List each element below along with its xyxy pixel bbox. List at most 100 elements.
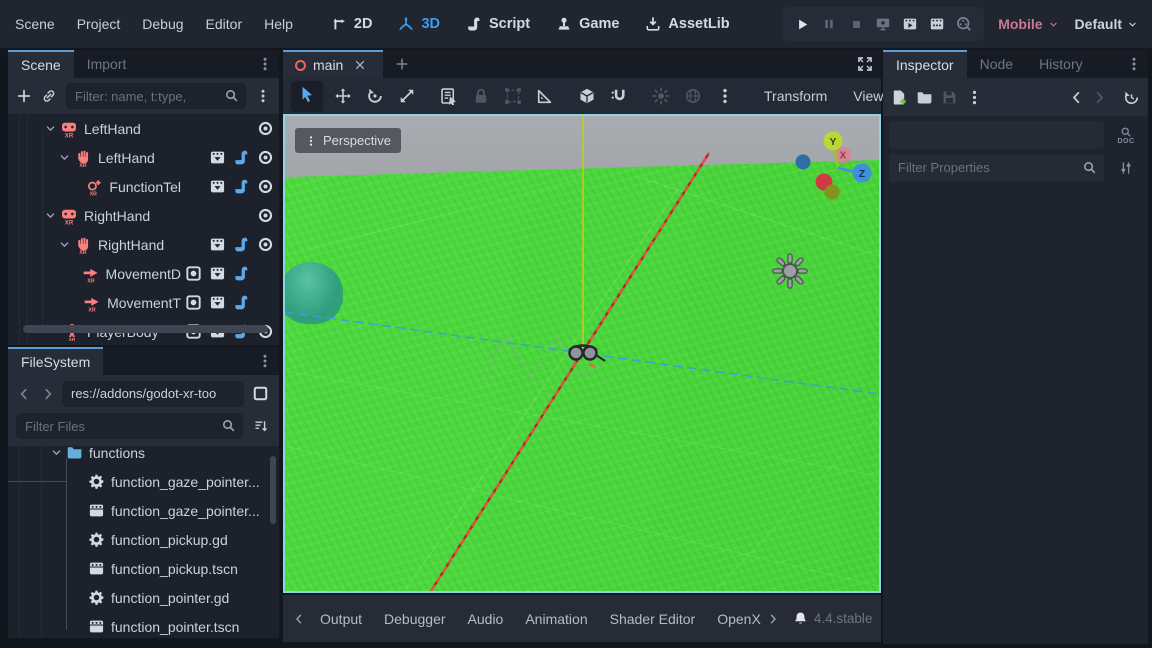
workspace-3d[interactable]: 3D bbox=[387, 16, 451, 32]
tab-inspector[interactable]: Inspector bbox=[883, 50, 967, 78]
tree-row[interactable]: FunctionTel bbox=[8, 172, 279, 201]
add-node-button[interactable] bbox=[16, 88, 32, 104]
lock-icon[interactable] bbox=[472, 87, 490, 105]
tab-scene[interactable]: Scene bbox=[8, 50, 74, 78]
file-row[interactable]: function_pickup.gd bbox=[8, 525, 279, 554]
tree-row[interactable]: MovementD bbox=[8, 259, 279, 288]
scroll-left-icon[interactable] bbox=[293, 613, 305, 625]
snap-magnet-icon[interactable] bbox=[610, 87, 628, 105]
panel-openxr[interactable]: OpenX bbox=[706, 611, 763, 627]
groups-icon[interactable] bbox=[209, 294, 226, 311]
script-icon[interactable] bbox=[233, 265, 250, 282]
chevron-down-icon[interactable] bbox=[58, 151, 71, 164]
renderer-profile-dropdown[interactable]: Default bbox=[1075, 16, 1138, 32]
scroll-right-icon[interactable] bbox=[767, 613, 779, 625]
file-row[interactable]: function_pointer.gd bbox=[8, 583, 279, 612]
play-scene-button[interactable] bbox=[901, 15, 919, 33]
groups-icon[interactable] bbox=[209, 236, 226, 253]
panel-output[interactable]: Output bbox=[309, 611, 373, 627]
groups-icon[interactable] bbox=[209, 265, 226, 282]
environment-icon[interactable] bbox=[684, 87, 702, 105]
visibility-icon[interactable] bbox=[257, 207, 274, 224]
visibility-icon[interactable] bbox=[257, 149, 274, 166]
file-row[interactable]: functions bbox=[8, 446, 279, 467]
view-axis-gizmo[interactable]: X Y Z bbox=[796, 132, 872, 200]
workspace-2d[interactable]: 2D bbox=[320, 16, 384, 32]
rotate-tool-icon[interactable] bbox=[366, 87, 384, 105]
remote-debug-icon[interactable] bbox=[874, 15, 892, 33]
visibility-icon[interactable] bbox=[257, 178, 274, 195]
notification-bell-icon[interactable] bbox=[793, 611, 808, 626]
movie-maker-icon[interactable] bbox=[955, 15, 973, 33]
chevron-down-icon[interactable] bbox=[58, 238, 71, 251]
move-tool-icon[interactable] bbox=[334, 87, 352, 105]
history-forward-icon[interactable] bbox=[1092, 90, 1107, 105]
dock-menu-icon[interactable] bbox=[257, 56, 273, 72]
edit-history-icon[interactable] bbox=[1123, 89, 1140, 106]
new-resource-icon[interactable] bbox=[891, 89, 908, 106]
split-mode-icon[interactable] bbox=[252, 385, 269, 402]
instance-scene-button[interactable] bbox=[41, 88, 57, 104]
horizontal-scrollbar[interactable] bbox=[23, 325, 268, 333]
file-row[interactable]: function_pickup.tscn bbox=[8, 554, 279, 583]
path-field[interactable] bbox=[62, 381, 244, 407]
file-row[interactable]: function_gaze_pointer... bbox=[8, 496, 279, 525]
version-label[interactable]: 4.4.stable bbox=[814, 611, 873, 626]
pause-button[interactable] bbox=[820, 15, 838, 33]
open-docs-button[interactable]: DOC bbox=[1110, 126, 1142, 145]
perspective-menu[interactable]: Perspective bbox=[295, 128, 401, 153]
play-button[interactable] bbox=[793, 15, 811, 33]
list-select-icon[interactable] bbox=[440, 87, 458, 105]
stop-button[interactable] bbox=[847, 15, 865, 33]
nav-back-icon[interactable] bbox=[17, 387, 31, 401]
group-selected-icon[interactable] bbox=[504, 87, 522, 105]
local-space-icon[interactable] bbox=[578, 87, 596, 105]
select-tool-button[interactable] bbox=[291, 81, 323, 112]
scene-tab-main[interactable]: main bbox=[283, 50, 383, 78]
menu-debug[interactable]: Debug bbox=[131, 16, 194, 32]
3d-viewport[interactable]: X Y Z Perspective bbox=[283, 114, 881, 593]
tree-row[interactable]: RightHand bbox=[8, 201, 279, 230]
workspace-game[interactable]: Game bbox=[545, 16, 630, 32]
tree-row[interactable]: LeftHand bbox=[8, 114, 279, 143]
menu-editor[interactable]: Editor bbox=[195, 16, 254, 32]
workspace-assetlib[interactable]: AssetLib bbox=[634, 16, 740, 32]
menu-project[interactable]: Project bbox=[66, 16, 132, 32]
directional-light-gizmo[interactable] bbox=[775, 256, 805, 286]
tree-row[interactable]: RightHand bbox=[8, 230, 279, 259]
panel-audio[interactable]: Audio bbox=[457, 611, 515, 627]
load-resource-icon[interactable] bbox=[916, 89, 933, 106]
instanced-scene-icon[interactable] bbox=[185, 294, 202, 311]
script-icon[interactable] bbox=[233, 294, 250, 311]
tree-row[interactable]: MovementT bbox=[8, 288, 279, 317]
chevron-down-icon[interactable] bbox=[50, 446, 63, 459]
sort-icon[interactable] bbox=[253, 418, 269, 434]
tab-node[interactable]: Node bbox=[967, 50, 1026, 78]
history-back-icon[interactable] bbox=[1069, 90, 1084, 105]
property-filter-input[interactable] bbox=[889, 154, 1104, 180]
nav-forward-icon[interactable] bbox=[41, 387, 55, 401]
script-icon[interactable] bbox=[233, 236, 250, 253]
expand-viewport-icon[interactable] bbox=[857, 56, 873, 72]
tab-import[interactable]: Import bbox=[74, 50, 140, 78]
visibility-icon[interactable] bbox=[257, 120, 274, 137]
script-icon[interactable] bbox=[233, 149, 250, 166]
new-scene-tab-button[interactable] bbox=[395, 57, 409, 71]
tab-history[interactable]: History bbox=[1026, 50, 1096, 78]
chevron-down-icon[interactable] bbox=[44, 122, 57, 135]
tree-row[interactable]: LeftHand bbox=[8, 143, 279, 172]
chevron-down-icon[interactable] bbox=[44, 209, 57, 222]
sun-icon[interactable] bbox=[652, 87, 670, 105]
tab-filesystem[interactable]: FileSystem bbox=[8, 347, 103, 375]
visibility-icon[interactable] bbox=[257, 236, 274, 253]
panel-animation[interactable]: Animation bbox=[514, 611, 598, 627]
play-custom-scene-button[interactable] bbox=[928, 15, 946, 33]
resource-menu-icon[interactable] bbox=[966, 89, 983, 106]
vertical-scrollbar[interactable] bbox=[270, 456, 276, 524]
preview-menu-icon[interactable] bbox=[716, 87, 734, 105]
transform-menu[interactable]: Transform bbox=[751, 88, 840, 104]
save-resource-icon[interactable] bbox=[941, 89, 958, 106]
workspace-script[interactable]: Script bbox=[455, 16, 541, 32]
file-row[interactable]: function_gaze_pointer... bbox=[8, 467, 279, 496]
close-icon[interactable] bbox=[354, 59, 366, 71]
